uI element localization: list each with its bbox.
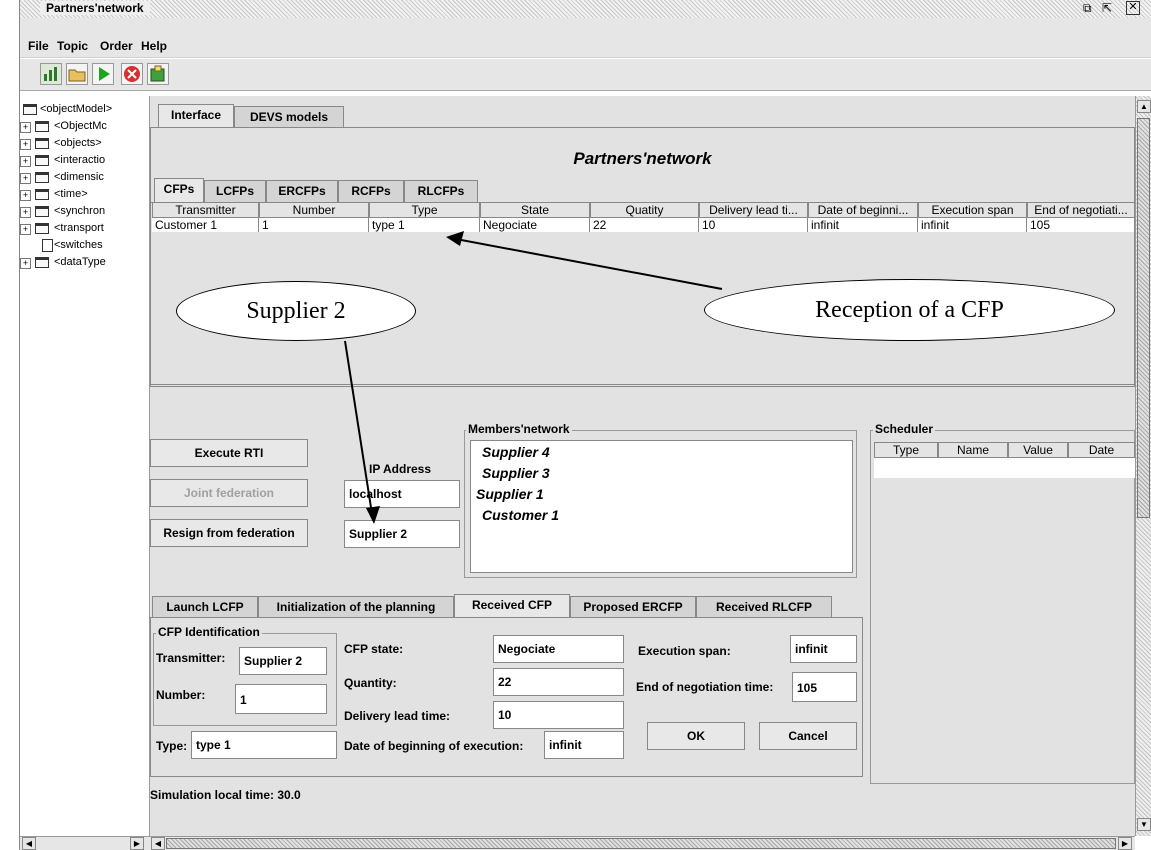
tree-node[interactable]: + <dataType	[20, 255, 149, 271]
maximize-icon[interactable]: ⇱	[1102, 1, 1112, 15]
folder-icon	[35, 223, 49, 234]
expand-icon[interactable]: +	[20, 156, 31, 167]
close-icon[interactable]: ✕	[1126, 1, 1140, 15]
export-icon[interactable]	[147, 63, 169, 85]
reception-arrow-line	[455, 238, 723, 290]
expand-icon[interactable]: +	[20, 190, 31, 201]
expand-icon[interactable]: +	[20, 173, 31, 184]
expand-icon[interactable]: +	[20, 224, 31, 235]
folder-icon	[23, 104, 37, 115]
tree-node[interactable]: <switches	[20, 238, 149, 254]
folder-icon	[35, 206, 49, 217]
window-left-edge	[0, 0, 20, 850]
scroll-right-icon[interactable]: ▶	[1118, 837, 1132, 850]
reception-arrowhead-icon	[446, 231, 464, 246]
document-icon	[42, 239, 53, 252]
tree-node[interactable]: + <interactio	[20, 153, 149, 169]
scroll-down-icon[interactable]: ▼	[1137, 818, 1151, 831]
tree-node[interactable]: + <objects>	[20, 136, 149, 152]
expand-icon[interactable]: +	[20, 207, 31, 218]
horizontal-scrollbar[interactable]: ◀ ▶	[150, 836, 1135, 850]
tree-horizontal-scrollbar[interactable]: ◀ ▶	[20, 836, 150, 850]
scroll-left-icon[interactable]: ◀	[151, 837, 165, 850]
object-model-tree: <objectModel> + <ObjectMc + <objects> + …	[20, 96, 150, 836]
scrollbar-thumb[interactable]	[166, 838, 1116, 849]
toolbar	[20, 59, 1151, 91]
main-panel: Interface DEVS models Partners'network C…	[150, 96, 1135, 836]
tree-node[interactable]: + <transport	[20, 221, 149, 237]
menu-topic[interactable]: Topic	[57, 39, 88, 53]
stop-icon[interactable]	[121, 63, 143, 85]
window-title: Partners'network	[40, 1, 150, 15]
tree-node[interactable]: + <synchron	[20, 204, 149, 220]
folder-icon	[35, 121, 49, 132]
tree-node[interactable]: <objectModel>	[20, 102, 149, 118]
annotation-arrows	[344, 231, 723, 524]
folder-icon	[35, 189, 49, 200]
expand-icon[interactable]: +	[20, 258, 31, 269]
menu-file[interactable]: File	[28, 39, 49, 53]
open-folder-icon[interactable]	[66, 63, 88, 85]
scroll-left-icon[interactable]: ◀	[22, 837, 36, 850]
menu-order[interactable]: Order	[100, 39, 133, 53]
scrollbar-thumb[interactable]	[1137, 118, 1150, 518]
menu-help[interactable]: Help	[141, 39, 167, 53]
title-bar: Partners'network ⧉ ⇱ ✕	[20, 0, 1151, 18]
folder-icon	[35, 257, 49, 268]
menu-bar: File Topic Order Help	[20, 18, 1151, 58]
restore-icon[interactable]: ⧉	[1083, 1, 1092, 16]
chart-icon[interactable]	[40, 63, 62, 85]
folder-icon	[35, 155, 49, 166]
supplier-arrowhead-icon	[366, 506, 380, 524]
scroll-up-icon[interactable]: ▲	[1137, 100, 1151, 113]
supplier-arrow-line	[344, 340, 373, 515]
tree-node[interactable]: + <time>	[20, 187, 149, 203]
folder-icon	[35, 138, 49, 149]
folder-icon	[35, 172, 49, 183]
scroll-right-icon[interactable]: ▶	[130, 837, 144, 850]
tree-node[interactable]: + <dimensic	[20, 170, 149, 186]
expand-icon[interactable]: +	[20, 122, 31, 133]
expand-icon[interactable]: +	[20, 139, 31, 150]
vertical-scrollbar[interactable]: ▲ ▼	[1135, 96, 1151, 836]
tree-node[interactable]: + <ObjectMc	[20, 119, 149, 135]
play-icon[interactable]	[92, 63, 114, 85]
